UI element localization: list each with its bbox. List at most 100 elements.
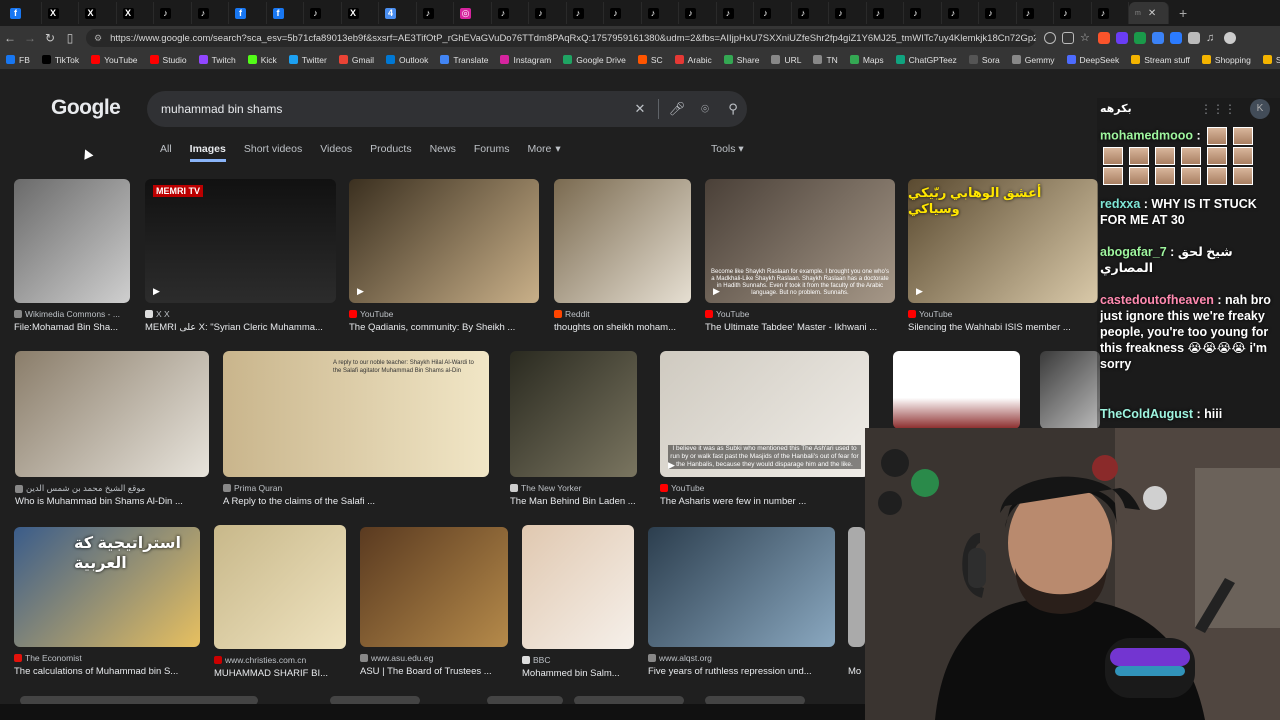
result-source[interactable]: The Economist: [14, 653, 82, 663]
result-source[interactable]: YouTube: [349, 309, 393, 319]
zoom-icon[interactable]: [1044, 32, 1056, 44]
browser-tab[interactable]: ♪: [717, 2, 754, 24]
bookmark-item[interactable]: Arabic: [674, 55, 712, 65]
browser-tab[interactable]: X: [342, 2, 379, 24]
result-caption[interactable]: The Asharis were few in number ...: [660, 496, 806, 507]
browser-tab[interactable]: ♪: [304, 2, 342, 24]
tab-news[interactable]: News: [430, 143, 456, 162]
browser-tab[interactable]: ♪: [904, 2, 942, 24]
result-thumbnail[interactable]: [14, 179, 130, 303]
bookmark-item[interactable]: Instagram: [500, 55, 551, 65]
result-source[interactable]: YouTube: [908, 309, 952, 319]
result-caption[interactable]: Who is Muhammad bin Shams Al-Din ...: [15, 496, 183, 507]
bookmark-item[interactable]: Kick: [247, 55, 277, 65]
bookmark-item[interactable]: Gmail: [338, 55, 374, 65]
browser-tab[interactable]: ♪: [154, 2, 192, 24]
result-thumbnail[interactable]: [214, 525, 346, 649]
result-caption[interactable]: Silencing the Wahhabi ISIS member ...: [908, 322, 1071, 333]
browser-tab[interactable]: ♪: [417, 2, 454, 24]
bookmark-item[interactable]: TikTok: [41, 55, 79, 65]
result-source[interactable]: X X: [145, 309, 170, 319]
result-thumbnail[interactable]: [510, 351, 637, 477]
browser-tab[interactable]: X: [42, 2, 79, 24]
browser-tab[interactable]: ♪: [829, 2, 867, 24]
tab-all[interactable]: All: [160, 143, 172, 162]
result-source[interactable]: BBC: [522, 655, 550, 665]
bookmark-item[interactable]: SC: [637, 55, 663, 65]
result-thumbnail[interactable]: [522, 525, 634, 649]
result-source[interactable]: www.alqst.org: [648, 653, 712, 663]
result-caption[interactable]: The calculations of Muhammad bin S...: [14, 666, 178, 677]
bookmark-item[interactable]: ChatGPTeez: [895, 55, 957, 65]
browser-tab[interactable]: ♪: [792, 2, 829, 24]
browser-tab[interactable]: X: [117, 2, 154, 24]
browser-tab[interactable]: ♪: [492, 2, 529, 24]
extension-icon[interactable]: [1152, 32, 1164, 44]
result-caption[interactable]: The Ultimate Tabdee' Master - Ikhwani ..…: [705, 322, 877, 333]
lens-icon[interactable]: ⌾: [691, 101, 719, 117]
result-source[interactable]: موقع الشيخ محمد بن شمس الدين: [15, 483, 145, 494]
bookmark-item[interactable]: Shopping: [1201, 55, 1251, 65]
result-source[interactable]: www.asu.edu.eg: [360, 653, 433, 663]
result-thumbnail[interactable]: A reply to our noble teacher: Shaykh Hil…: [223, 351, 489, 477]
result-thumbnail[interactable]: [15, 351, 209, 477]
bookmark-item[interactable]: Sora: [968, 55, 1000, 65]
address-bar[interactable]: ⚙ https://www.google.com/search?sca_esv=…: [86, 29, 1036, 47]
result-caption[interactable]: thoughts on sheikh moham...: [554, 322, 676, 333]
result-thumbnail[interactable]: أعشق الوهابي ربّيكي وسياكي ▶: [908, 179, 1098, 303]
result-thumbnail[interactable]: [554, 179, 691, 303]
extension-icon[interactable]: [1116, 32, 1128, 44]
browser-tab[interactable]: ♪: [942, 2, 979, 24]
result-source[interactable]: Reddit: [554, 309, 590, 319]
extension-icon[interactable]: [1134, 32, 1146, 44]
browser-tab[interactable]: ♪: [642, 2, 679, 24]
tools-button[interactable]: Tools ▾: [711, 143, 744, 155]
result-thumbnail[interactable]: [1040, 351, 1100, 429]
clear-icon[interactable]: ✕: [626, 101, 654, 117]
microphone-icon[interactable]: 🎤︎: [663, 101, 691, 117]
tab-images[interactable]: Images: [189, 143, 226, 162]
extension-icon[interactable]: [1170, 32, 1182, 44]
bookmark-item[interactable]: Translate: [440, 55, 488, 65]
bookmark-item[interactable]: Share: [723, 55, 759, 65]
bookmark-item[interactable]: YouTube: [91, 55, 138, 65]
tab-more[interactable]: More: [527, 143, 551, 162]
result-source[interactable]: YouTube: [705, 309, 749, 319]
browser-tab[interactable]: ♪: [979, 2, 1017, 24]
bookmark-item[interactable]: Stats: [1262, 55, 1280, 65]
browser-tab[interactable]: ♪: [192, 2, 229, 24]
result-source[interactable]: www.christies.com.cn: [214, 655, 306, 665]
result-source[interactable]: YouTube: [660, 483, 704, 493]
bookmark-item[interactable]: Twitch: [198, 55, 236, 65]
profile-icon[interactable]: [1224, 32, 1236, 44]
browser-tab[interactable]: 4: [379, 2, 417, 24]
browser-tab[interactable]: f: [229, 2, 267, 24]
browser-tab[interactable]: ♪: [1054, 2, 1092, 24]
result-thumbnail[interactable]: [648, 527, 835, 647]
bookmark-item[interactable]: FB: [6, 55, 30, 65]
result-caption[interactable]: A Reply to the claims of the Salafi ...: [223, 496, 375, 507]
browser-tab[interactable]: ♪: [867, 2, 904, 24]
result-caption[interactable]: ASU | The Board of Trustees ...: [360, 666, 492, 677]
reload-icon[interactable]: ↻: [40, 31, 60, 45]
result-caption[interactable]: File:Mohamad Bin Sha...: [14, 322, 118, 333]
result-thumbnail[interactable]: [893, 351, 1020, 429]
browser-tab[interactable]: X: [79, 2, 117, 24]
new-tab-icon[interactable]: +: [1179, 5, 1187, 21]
google-logo[interactable]: Google: [51, 96, 121, 120]
browser-tab[interactable]: f: [267, 2, 304, 24]
result-thumbnail[interactable]: [848, 527, 865, 647]
browser-tab[interactable]: ♪: [679, 2, 717, 24]
browser-tab[interactable]: ♪: [529, 2, 567, 24]
bookmark-item[interactable]: DeepSeek: [1066, 55, 1119, 65]
browser-tab[interactable]: ♪: [1092, 2, 1129, 24]
search-input[interactable]: muhammad bin shams: [161, 102, 626, 116]
result-thumbnail[interactable]: Become like Shaykh Raslaan for example. …: [705, 179, 895, 303]
result-caption[interactable]: Mo: [848, 666, 861, 677]
result-thumbnail[interactable]: استراتيجية كة العربية: [14, 527, 200, 647]
close-tab-icon[interactable]: ✕: [1148, 8, 1156, 19]
result-caption[interactable]: The Man Behind Bin Laden ...: [510, 496, 636, 507]
result-caption[interactable]: Five years of ruthless repression und...: [648, 666, 812, 677]
result-thumbnail[interactable]: [360, 527, 508, 647]
media-icon[interactable]: ♫: [1206, 32, 1218, 44]
